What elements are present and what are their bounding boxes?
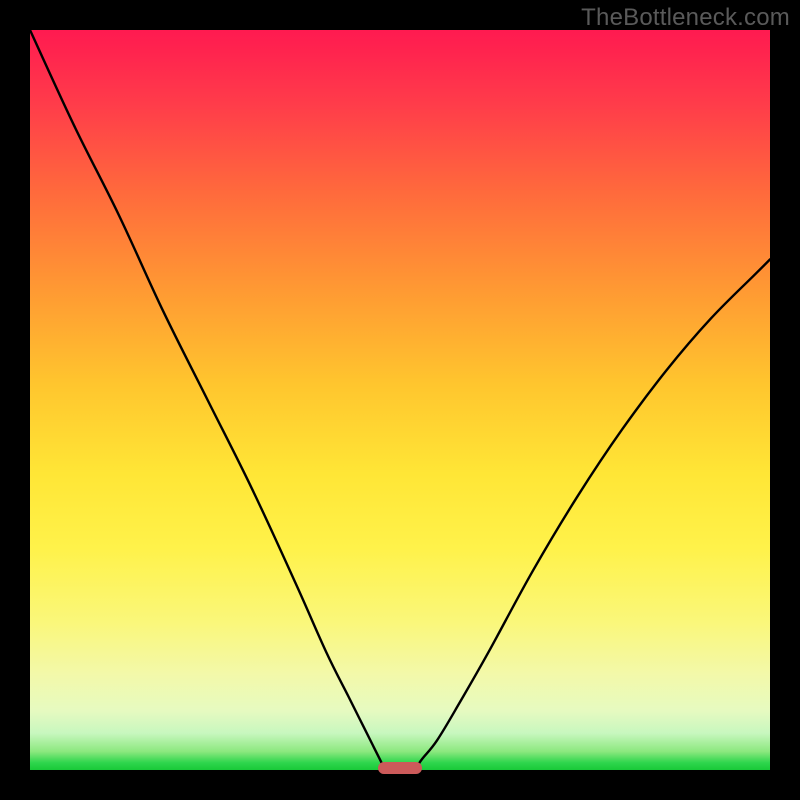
curve-left bbox=[30, 30, 385, 770]
curve-layer bbox=[30, 30, 770, 770]
chart-frame: TheBottleneck.com bbox=[0, 0, 800, 800]
minimum-marker bbox=[378, 762, 422, 774]
curve-right bbox=[415, 259, 770, 770]
plot-area bbox=[30, 30, 770, 770]
watermark-label: TheBottleneck.com bbox=[581, 4, 790, 32]
